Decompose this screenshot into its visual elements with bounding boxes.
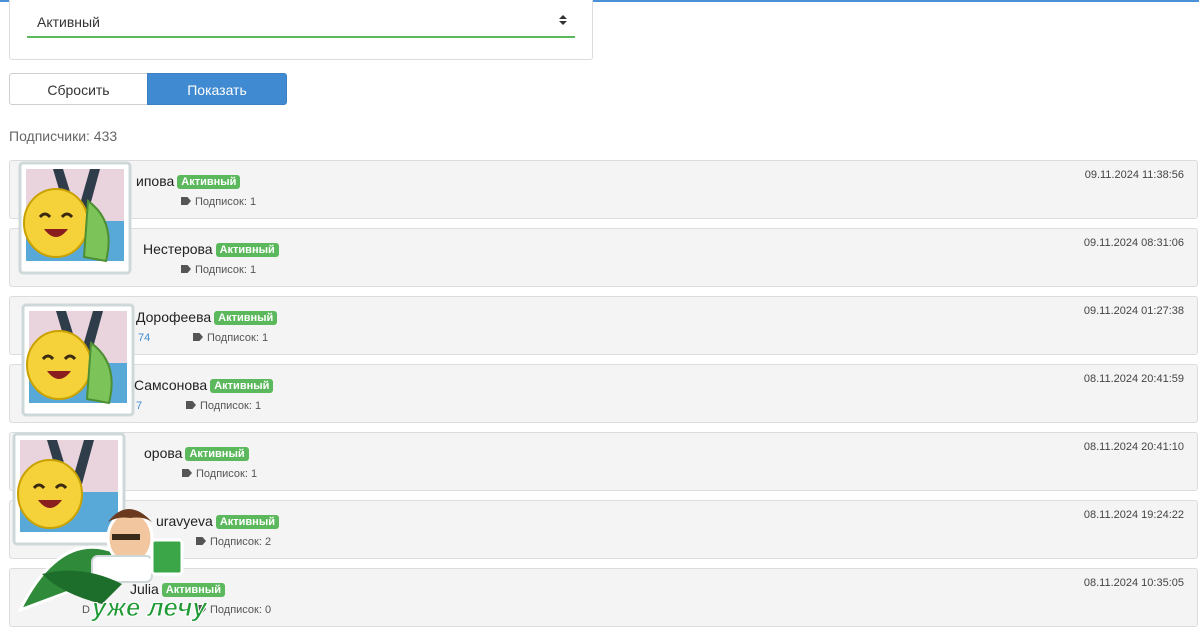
row-date: 08.11.2024 20:41:59 bbox=[1083, 373, 1184, 385]
tag-icon bbox=[181, 197, 191, 205]
list-item[interactable]: орова Активный Подписок: 1 08.11.2024 20:… bbox=[9, 432, 1198, 491]
subscriber-name: Нестерова Активный bbox=[143, 241, 279, 257]
sticker-caption: уже лечу bbox=[92, 592, 208, 623]
tag-icon bbox=[181, 265, 191, 273]
subscriptions-count: Подписок: 1 bbox=[181, 196, 256, 208]
status-badge: Активный bbox=[214, 311, 278, 325]
row-date: 09.11.2024 01:27:38 bbox=[1083, 305, 1184, 317]
flying-man-sticker: уже лечу bbox=[12, 500, 207, 632]
phone-link[interactable]: 74 bbox=[138, 332, 150, 344]
status-badge: Активный bbox=[177, 175, 241, 189]
reset-button[interactable]: Сбросить bbox=[9, 73, 148, 105]
list-item[interactable]: Самсонова Активный 7 Подписок: 1 08.11.20… bbox=[9, 364, 1198, 423]
tag-icon bbox=[186, 401, 196, 409]
subscriptions-count: Подписок: 0 bbox=[196, 604, 271, 616]
status-badge: Активный bbox=[210, 379, 274, 393]
row-date: 09.11.2024 08:31:06 bbox=[1083, 237, 1184, 249]
subscriber-name: ипова Активный bbox=[136, 173, 241, 189]
row-date: 08.11.2024 10:35:05 bbox=[1083, 577, 1184, 589]
subscriptions-count: Подписок: 1 bbox=[181, 264, 256, 276]
show-button[interactable]: Показать bbox=[147, 73, 287, 105]
status-select-value: Активный bbox=[37, 14, 100, 30]
row-date: 08.11.2024 19:24:22 bbox=[1083, 509, 1184, 521]
row-date: 08.11.2024 20:41:10 bbox=[1083, 441, 1184, 453]
list-item[interactable]: Нестерова Активный Подписок: 1 09.11.2024… bbox=[9, 228, 1198, 287]
tag-icon bbox=[196, 537, 206, 545]
subscriber-name: Дорофеева Активный bbox=[136, 309, 278, 325]
status-badge: Активный bbox=[215, 515, 279, 529]
subscriber-name: орова Активный bbox=[144, 445, 249, 461]
subscriptions-count: Подписок: 2 bbox=[196, 536, 271, 548]
tag-icon bbox=[182, 469, 192, 477]
status-select[interactable]: Активный bbox=[27, 6, 575, 38]
filter-panel: Активный bbox=[9, 0, 593, 60]
list-item[interactable]: ипова Активный Подписок: 1 09.11.2024 11:… bbox=[9, 160, 1198, 219]
subscriptions-count: Подписок: 1 bbox=[182, 468, 257, 480]
select-arrows-icon bbox=[559, 15, 567, 27]
status-badge: Активный bbox=[215, 243, 279, 257]
subscriptions-count: Подписок: 1 bbox=[186, 400, 261, 412]
subscribers-count: Подписчики: 433 bbox=[9, 128, 118, 144]
corn-sticker-icon bbox=[21, 303, 135, 417]
phone-link[interactable]: 7 bbox=[136, 400, 142, 412]
corn-sticker-icon bbox=[18, 161, 132, 275]
list-item[interactable]: Дорофеева Активный 74 Подписок: 1 09.11.2… bbox=[9, 296, 1198, 355]
row-date: 09.11.2024 11:38:56 bbox=[1084, 169, 1184, 181]
subscriptions-count: Подписок: 1 bbox=[193, 332, 268, 344]
subscriber-name: Самсонова Активный bbox=[134, 377, 274, 393]
tag-icon bbox=[193, 333, 203, 341]
status-badge: Активный bbox=[185, 447, 249, 461]
